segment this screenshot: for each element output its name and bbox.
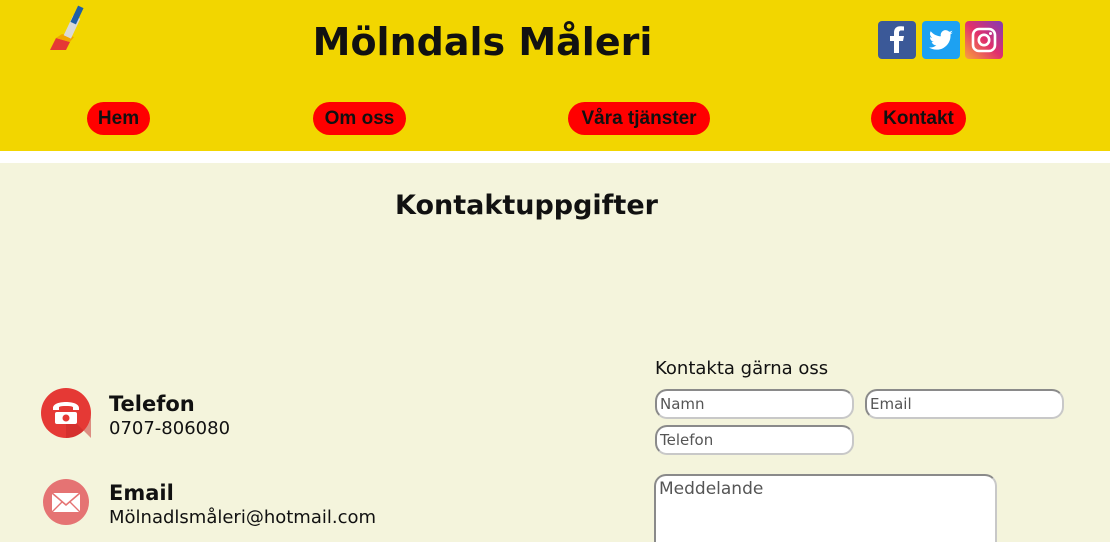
form-heading: Kontakta gärna oss: [655, 358, 829, 379]
page-title: Kontaktuppgifter: [395, 190, 658, 221]
nav-vara-tjanster[interactable]: Våra tjänster: [568, 102, 710, 135]
name-field[interactable]: Namn: [655, 389, 854, 419]
phone-label: Telefon: [109, 392, 195, 416]
nav-kontakt[interactable]: Kontakt: [871, 102, 966, 135]
email-label: Email: [109, 481, 174, 505]
site-title: Mölndals Måleri: [312, 20, 653, 64]
site-header: Mölndals Måleri Hem Om oss Våra tjänster…: [0, 0, 1110, 151]
phone-field[interactable]: Telefon: [655, 425, 854, 455]
telephone-icon: [41, 388, 91, 438]
main-content: Kontaktuppgifter Telefon 0707-806080 Ema…: [0, 163, 1110, 542]
nav-om-oss[interactable]: Om oss: [313, 102, 406, 135]
email-value: Mölnadlsmåleri@hotmail.com: [109, 507, 377, 528]
facebook-icon[interactable]: [878, 21, 916, 59]
nav-hem[interactable]: Hem: [87, 102, 150, 135]
instagram-icon[interactable]: [965, 21, 1003, 59]
email-field[interactable]: Email: [865, 389, 1064, 419]
twitter-icon[interactable]: [922, 21, 960, 59]
phone-value: 0707-806080: [109, 418, 231, 439]
envelope-icon: [43, 479, 89, 525]
message-field[interactable]: Meddelande: [654, 474, 997, 542]
